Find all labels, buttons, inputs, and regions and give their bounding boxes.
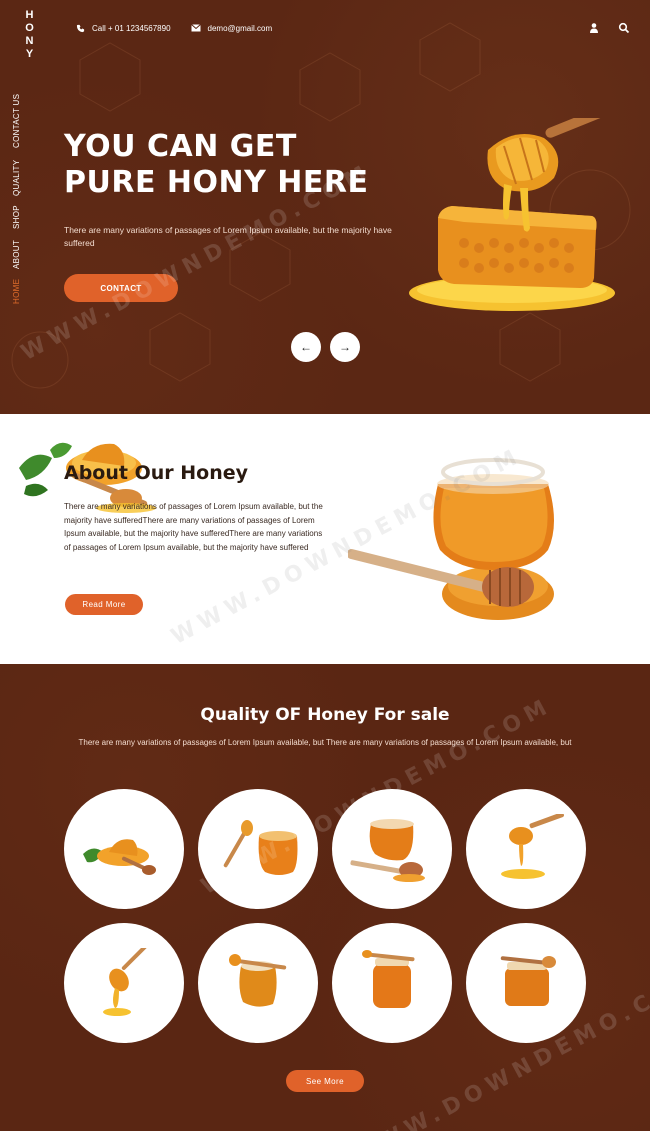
nav-item-quality[interactable]: QUALITY <box>12 160 34 196</box>
product-item[interactable] <box>198 789 318 909</box>
brand-letter: H <box>25 9 35 21</box>
header-icons <box>588 21 630 34</box>
honey-pot-icon <box>350 819 425 882</box>
see-more-button[interactable]: See More <box>286 1070 364 1092</box>
prev-arrow-icon[interactable]: ← <box>291 332 321 362</box>
honeycomb-dipper-image <box>409 118 619 311</box>
email-contact[interactable]: demo@gmail.com <box>190 23 273 33</box>
brand-letter: O <box>25 22 35 34</box>
hero-section: H O N Y CONTACT US QUALITY SHOP ABOUT HO… <box>0 0 650 414</box>
vertical-menu: CONTACT US QUALITY SHOP ABOUT HOME <box>12 94 34 308</box>
product-grid <box>64 789 586 1043</box>
jar-dipper-icon <box>229 954 287 1007</box>
read-more-button[interactable]: Read More <box>65 594 143 615</box>
product-item[interactable] <box>64 923 184 1043</box>
quality-title: Quality OF Honey For sale <box>200 705 450 725</box>
phone-icon <box>76 24 85 32</box>
dipper-jar-icon <box>223 820 298 875</box>
email-text: demo@gmail.com <box>207 23 273 33</box>
phone-text: Call + 01 1234567890 <box>92 23 171 33</box>
tall-jar-icon <box>362 950 415 1008</box>
hero-title: YOU CAN GET PURE HONY HERE <box>64 129 404 201</box>
nav-item-contact-us[interactable]: CONTACT US <box>12 94 34 148</box>
dripping-dipper-icon <box>501 814 564 879</box>
product-item[interactable] <box>332 789 452 909</box>
brand-letter: Y <box>25 48 35 60</box>
quality-description: There are many variations of passages of… <box>78 738 572 747</box>
quality-section: Quality OF Honey For sale There are many… <box>0 664 650 1131</box>
product-item[interactable] <box>198 923 318 1043</box>
product-item[interactable] <box>64 789 184 909</box>
brand-letter: N <box>25 35 35 47</box>
product-item[interactable] <box>466 789 586 909</box>
small-jar-icon <box>500 956 556 1006</box>
product-item[interactable] <box>332 923 452 1043</box>
hero-description: There are many variations of passages of… <box>64 225 392 248</box>
about-title: About Our Honey <box>64 462 248 484</box>
side-navigation: H O N Y CONTACT US QUALITY SHOP ABOUT HO… <box>0 0 56 414</box>
nav-item-home[interactable]: HOME <box>12 279 34 304</box>
about-section: About Our Honey There are many variation… <box>0 414 650 664</box>
next-arrow-icon[interactable]: → <box>330 332 360 362</box>
nav-item-shop[interactable]: SHOP <box>12 205 34 229</box>
mail-icon <box>190 24 201 32</box>
contact-bar: Call + 01 1234567890 demo@gmail.com <box>76 20 292 36</box>
honeycomb-dipper-icon <box>83 839 156 875</box>
dipper-drip-icon <box>103 948 149 1016</box>
search-icon[interactable] <box>618 21 630 34</box>
about-description: There are many variations of passages of… <box>64 502 323 552</box>
user-icon[interactable] <box>588 21 600 33</box>
hero-title-line2: PURE HONY HERE <box>64 165 369 200</box>
brand-logo[interactable]: H O N Y <box>24 9 36 61</box>
phone-contact[interactable]: Call + 01 1234567890 <box>76 24 171 33</box>
hero-title-line1: YOU CAN GET <box>64 129 297 164</box>
nav-item-about[interactable]: ABOUT <box>12 240 34 269</box>
honey-jar-image <box>348 458 554 620</box>
product-item[interactable] <box>466 923 586 1043</box>
contact-button[interactable]: CONTACT <box>64 274 178 302</box>
